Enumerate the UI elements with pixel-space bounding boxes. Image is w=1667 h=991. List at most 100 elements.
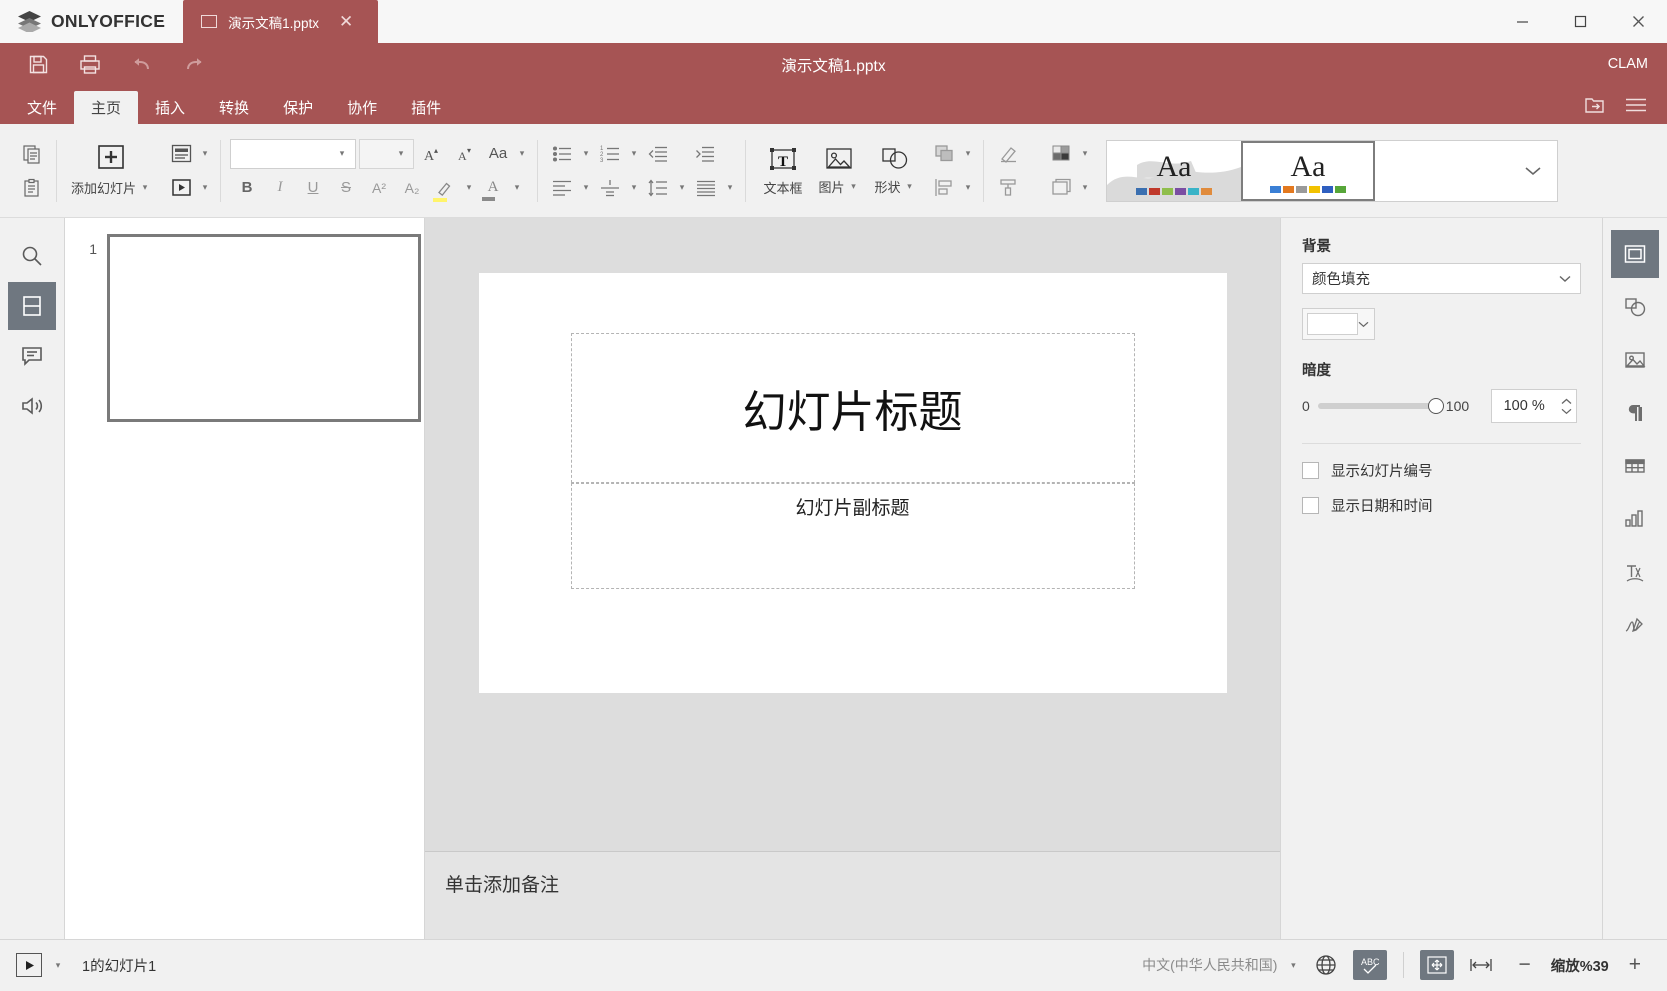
fill-type-select[interactable]: 颜色填充 — [1302, 263, 1581, 294]
strikethrough-button[interactable]: S — [331, 173, 361, 203]
rightbar-item-signature-settings[interactable] — [1611, 601, 1659, 649]
font-color-icon[interactable]: A — [478, 173, 508, 203]
chevron-down-icon[interactable]: ▾ — [904, 181, 916, 192]
chevron-down-icon[interactable]: ▾ — [1079, 148, 1091, 159]
chevron-down-icon[interactable]: ▾ — [1079, 182, 1091, 193]
dim-slider[interactable] — [1318, 403, 1438, 409]
chevron-down-icon[interactable]: ▾ — [580, 148, 592, 159]
globe-icon[interactable] — [1309, 950, 1343, 980]
chevron-down-icon[interactable]: ▾ — [463, 182, 475, 193]
hamburger-menu-icon[interactable] — [1619, 91, 1653, 119]
slide-surface[interactable]: 幻灯片标题 幻灯片副标题 — [479, 273, 1227, 693]
undo-button[interactable] — [119, 45, 165, 83]
slider-handle[interactable] — [1428, 398, 1444, 414]
start-slideshow-status-button[interactable] — [16, 953, 42, 977]
tab-file[interactable]: 文件 — [10, 91, 74, 124]
underline-button[interactable]: U — [298, 173, 328, 203]
chevron-down-icon[interactable]: ▾ — [139, 182, 151, 193]
insert-textbox-button[interactable]: T 文本框 — [755, 143, 811, 199]
chevron-down-icon[interactable]: ▾ — [628, 148, 640, 159]
chevron-down-icon[interactable]: ▾ — [628, 182, 640, 193]
chevron-down-icon[interactable]: ▾ — [516, 148, 528, 159]
tab-collaboration[interactable]: 协作 — [330, 91, 394, 124]
chevron-down-icon[interactable]: ▾ — [395, 148, 407, 159]
chevron-down-icon[interactable]: ▾ — [336, 148, 348, 159]
chevron-down-icon[interactable] — [1509, 141, 1557, 201]
start-slideshow-icon[interactable] — [166, 173, 196, 203]
sidebar-item-audio[interactable] — [8, 382, 56, 430]
checkbox-show-slide-number[interactable]: 显示幻灯片编号 — [1302, 460, 1581, 481]
tab-transition[interactable]: 转换 — [202, 91, 266, 124]
chevron-down-icon[interactable] — [1559, 275, 1571, 283]
checkbox-show-date-time[interactable]: 显示日期和时间 — [1302, 495, 1581, 516]
change-case-button[interactable]: Aa — [483, 139, 513, 169]
subtitle-placeholder[interactable]: 幻灯片副标题 — [571, 483, 1135, 589]
chevron-down-icon[interactable]: ▾ — [580, 182, 592, 193]
fit-to-slide-icon[interactable] — [1420, 950, 1454, 980]
tab-insert[interactable]: 插入 — [138, 91, 202, 124]
decrease-indent-icon[interactable] — [643, 139, 673, 169]
chevron-down-icon[interactable]: ▾ — [199, 182, 211, 193]
decrease-font-size-button[interactable]: A▾ — [450, 139, 480, 169]
stepper-arrows[interactable] — [1556, 398, 1576, 415]
document-tab[interactable]: 演示文稿1.pptx ✕ — [183, 0, 378, 43]
add-slide-button[interactable]: 添加幻灯片 ▾ — [66, 142, 156, 199]
fill-color-icon[interactable] — [1046, 139, 1076, 169]
zoom-in-button[interactable]: + — [1619, 953, 1651, 977]
format-painter-icon[interactable] — [993, 173, 1023, 203]
zoom-out-button[interactable]: − — [1508, 953, 1540, 977]
columns-icon[interactable] — [691, 173, 721, 203]
rightbar-item-text-art-settings[interactable] — [1611, 548, 1659, 596]
chevron-down-icon[interactable]: ▾ — [199, 148, 211, 159]
spellcheck-abc-icon[interactable]: ABC — [1353, 950, 1387, 980]
chevron-down-icon[interactable]: ▾ — [724, 182, 736, 193]
numbered-list-icon[interactable]: 1 2 3 — [595, 139, 625, 169]
align-objects-icon[interactable] — [929, 173, 959, 203]
chevron-down-icon[interactable] — [1358, 321, 1374, 328]
insert-image-button[interactable]: 图片 ▾ — [811, 144, 867, 198]
tab-home[interactable]: 主页 — [74, 91, 138, 124]
language-label[interactable]: 中文(中华人民共和国) — [1142, 955, 1277, 975]
fit-to-width-icon[interactable] — [1464, 950, 1498, 980]
sidebar-item-slides[interactable] — [8, 282, 56, 330]
maximize-button[interactable] — [1551, 0, 1609, 43]
rightbar-item-table-settings[interactable] — [1611, 442, 1659, 490]
chevron-down-icon[interactable]: ▾ — [962, 148, 974, 159]
increase-indent-icon[interactable] — [690, 139, 720, 169]
rightbar-item-chart-settings[interactable] — [1611, 495, 1659, 543]
theme-blank-swoosh[interactable]: Aa — [1107, 141, 1241, 201]
rightbar-item-slide-settings[interactable] — [1611, 230, 1659, 278]
checkbox-box[interactable] — [1302, 462, 1319, 479]
close-window-button[interactable] — [1609, 0, 1667, 43]
fill-color-picker[interactable] — [1302, 308, 1375, 340]
chevron-down-icon[interactable]: ▾ — [676, 182, 688, 193]
theme-empty-slot[interactable] — [1375, 141, 1509, 201]
arrange-icon[interactable] — [929, 139, 959, 169]
clear-style-icon[interactable] — [993, 139, 1023, 169]
tab-protect[interactable]: 保护 — [266, 91, 330, 124]
sidebar-item-comments[interactable] — [8, 332, 56, 380]
subscript-button[interactable]: A₂ — [397, 173, 427, 203]
chevron-down-icon[interactable]: ▾ — [52, 960, 64, 971]
rightbar-item-shape-settings[interactable] — [1611, 283, 1659, 331]
font-name-input[interactable]: ▾ — [230, 139, 356, 169]
redo-button[interactable] — [171, 45, 217, 83]
close-icon[interactable]: ✕ — [339, 13, 353, 30]
sidebar-item-search[interactable] — [8, 232, 56, 280]
paste-icon[interactable] — [17, 173, 47, 203]
tab-plugins[interactable]: 插件 — [394, 91, 458, 124]
rightbar-item-image-settings[interactable] — [1611, 336, 1659, 384]
slide-size-icon[interactable] — [1046, 173, 1076, 203]
user-badge[interactable]: CLAM — [1608, 56, 1648, 72]
bullet-list-icon[interactable] — [547, 139, 577, 169]
dim-value-stepper[interactable]: 100 % — [1491, 389, 1577, 423]
slide-thumbnail-1[interactable] — [107, 234, 421, 422]
highlight-color-icon[interactable] — [430, 173, 460, 203]
slide-layout-icon[interactable] — [166, 139, 196, 169]
vertical-align-icon[interactable] — [595, 173, 625, 203]
italic-button[interactable]: I — [265, 173, 295, 203]
chevron-down-icon[interactable]: ▾ — [511, 182, 523, 193]
open-file-location-icon[interactable] — [1577, 91, 1611, 119]
title-placeholder[interactable]: 幻灯片标题 — [571, 333, 1135, 483]
rightbar-item-paragraph-settings[interactable] — [1611, 389, 1659, 437]
